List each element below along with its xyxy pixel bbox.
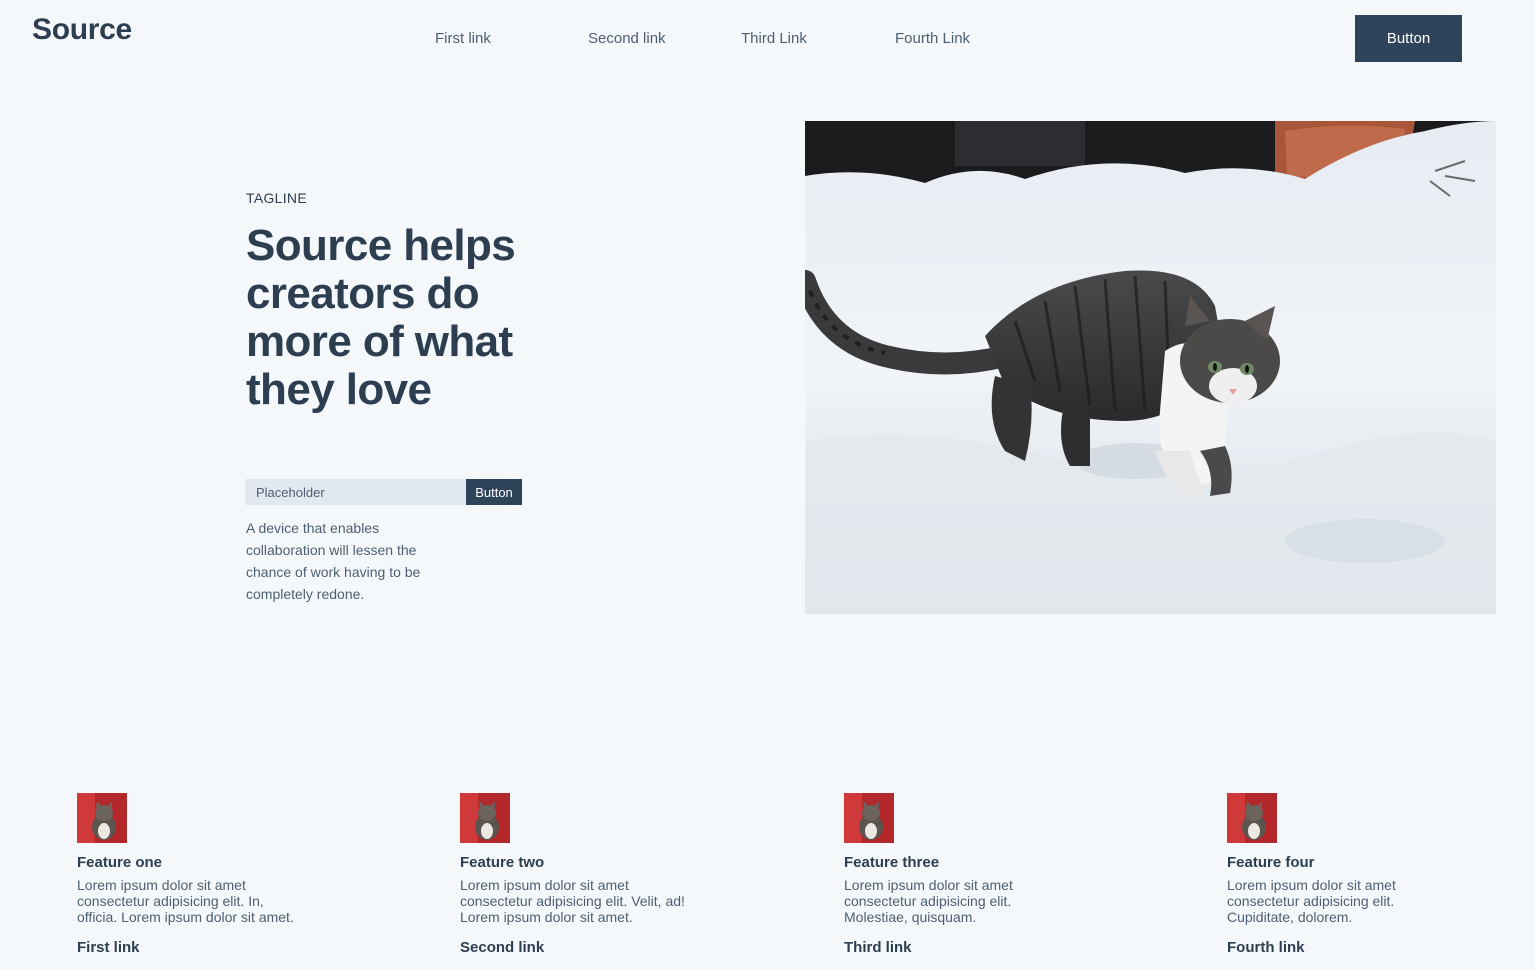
signup-input[interactable] — [245, 479, 466, 505]
feature-card-one: Feature one Lorem ipsum dolor sit amet c… — [77, 793, 307, 956]
tagline: TAGLINE — [246, 190, 307, 206]
feature-link[interactable]: Third link — [844, 939, 1074, 956]
feature-text: Lorem ipsum dolor sit amet consectetur a… — [1227, 877, 1396, 925]
header-cta-button[interactable]: Button — [1355, 15, 1462, 62]
signup-form: Button — [245, 479, 522, 505]
nav-link-first[interactable]: First link — [435, 30, 491, 47]
feature-card-two: Feature two Lorem ipsum dolor sit amet c… — [460, 793, 690, 956]
nav-link-third[interactable]: Third Link — [741, 30, 807, 47]
hero-description: A device that enables collaboration will… — [246, 520, 421, 602]
hero-image — [805, 121, 1496, 614]
feature-title: Feature one — [77, 854, 163, 871]
feature-card-four: Feature four Lorem ipsum dolor sit amet … — [1227, 793, 1457, 956]
signup-button[interactable]: Button — [466, 479, 522, 505]
feature-link[interactable]: Second link — [460, 939, 690, 956]
logo[interactable]: Source — [32, 13, 132, 47]
nav-link-second[interactable]: Second link — [588, 30, 666, 47]
feature-link[interactable]: Fourth link — [1227, 939, 1457, 956]
feature-title: Feature four — [1227, 854, 1315, 871]
feature-three-thumbnail — [844, 793, 894, 843]
feature-card-three: Feature three Lorem ipsum dolor sit amet… — [844, 793, 1074, 956]
feature-text: Lorem ipsum dolor sit amet consectetur a… — [844, 877, 1013, 925]
cat-in-snow-photo — [805, 121, 1496, 614]
hero-title: Source helps creators do more of what th… — [246, 221, 516, 414]
feature-text: Lorem ipsum dolor sit amet consectetur a… — [460, 877, 685, 925]
feature-text: Lorem ipsum dolor sit amet consectetur a… — [77, 877, 294, 925]
feature-title: Feature three — [844, 854, 940, 871]
feature-title: Feature two — [460, 854, 545, 871]
feature-one-thumbnail — [77, 793, 127, 843]
feature-four-thumbnail — [1227, 793, 1277, 843]
feature-two-thumbnail — [460, 793, 510, 843]
nav-link-fourth[interactable]: Fourth Link — [895, 30, 970, 47]
page: Source First link Second link Third Link… — [0, 0, 1534, 970]
feature-link[interactable]: First link — [77, 939, 307, 956]
